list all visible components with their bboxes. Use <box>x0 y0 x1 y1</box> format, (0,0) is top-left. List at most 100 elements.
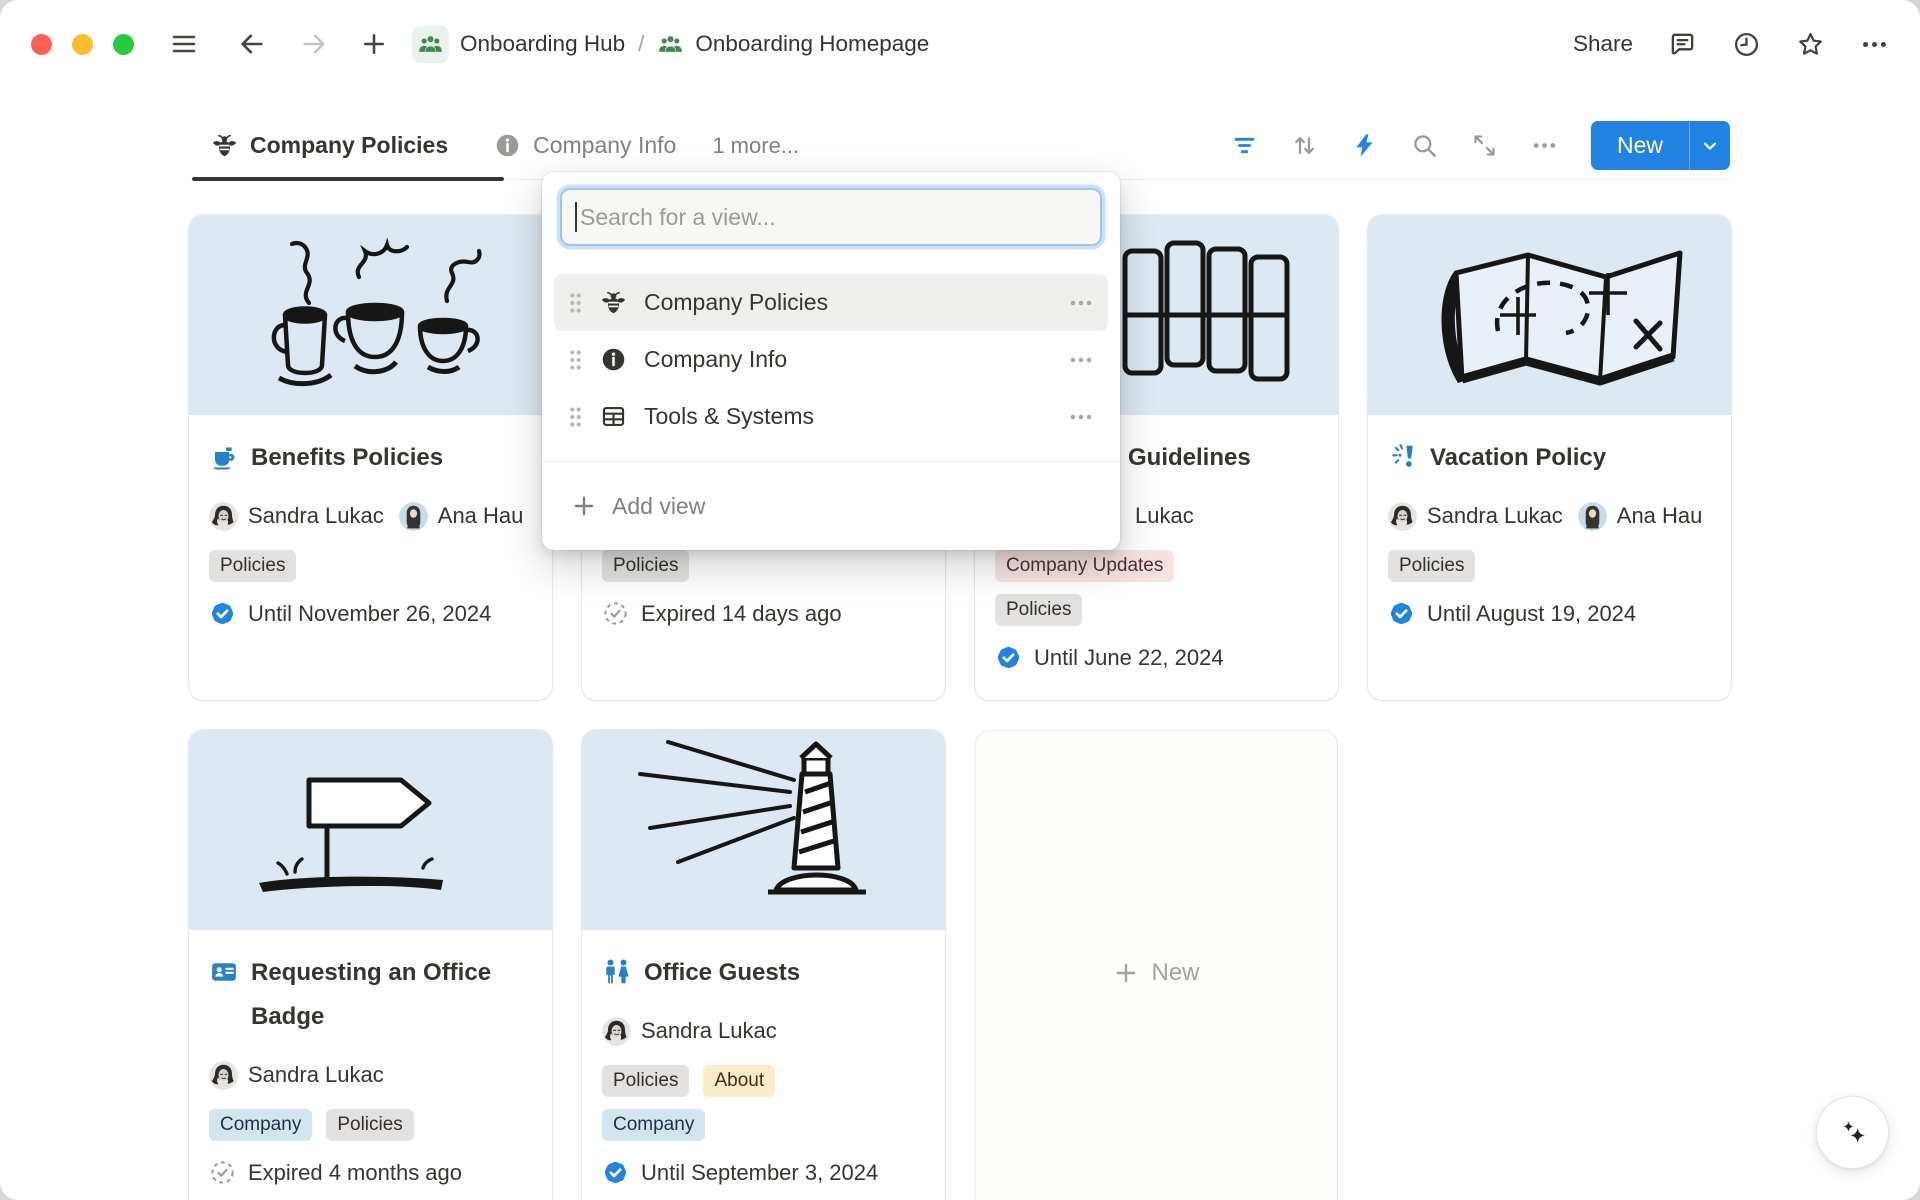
view-tabs: Company Policies Company Info 1 more... <box>190 112 799 179</box>
automations-icon[interactable] <box>1351 132 1378 159</box>
person-name: Ana Hau <box>438 503 524 529</box>
plus-icon <box>1113 960 1139 986</box>
card-tags: Policies <box>602 550 925 582</box>
gallery-card[interactable]: Vacation PolicySandra LukacAna HauPolici… <box>1368 215 1731 700</box>
close-window-button[interactable] <box>31 34 52 55</box>
card-body: Office GuestsSandra LukacPoliciesAboutCo… <box>582 951 945 1186</box>
card-people: Sandra Lukac <box>209 1057 532 1093</box>
tag-pill: Policies <box>326 1109 413 1141</box>
avatar <box>209 502 238 531</box>
forward-button <box>300 30 328 58</box>
view-options-icon[interactable] <box>1531 132 1558 159</box>
share-button[interactable]: Share <box>1573 31 1633 57</box>
ai-sparkle-button[interactable] <box>1816 1096 1889 1169</box>
comments-icon[interactable] <box>1668 30 1697 59</box>
drag-handle-icon[interactable] <box>568 348 583 372</box>
tag-pill: Policies <box>1388 550 1475 582</box>
tab-company-info[interactable]: Company Info <box>494 132 676 159</box>
card-title-row: Requesting an Office Badge <box>209 951 532 1039</box>
new-page-button[interactable] <box>360 30 388 58</box>
breadcrumb-item-hub[interactable]: Onboarding Hub <box>460 31 625 57</box>
new-card-placeholder[interactable]: New <box>975 730 1338 1200</box>
view-item-options-icon[interactable] <box>1068 290 1094 316</box>
person-name: Lukac <box>1135 503 1194 529</box>
status-text: Expired 14 days ago <box>641 601 842 627</box>
view-search-placeholder: Search for a view... <box>580 204 776 231</box>
titlebar-actions: Share <box>1573 30 1889 59</box>
search-icon[interactable] <box>1411 132 1438 159</box>
status-text: Until June 22, 2024 <box>1034 645 1224 671</box>
table-icon <box>600 403 627 430</box>
avatar <box>602 1017 631 1046</box>
more-options-icon[interactable] <box>1860 30 1889 59</box>
drag-handle-icon[interactable] <box>568 291 583 315</box>
view-selector-dropdown: Search for a view... Company PoliciesCom… <box>542 172 1120 550</box>
card-status: Until November 26, 2024 <box>209 600 532 627</box>
card-title-row: Vacation Policy <box>1388 436 1711 480</box>
zoom-window-button[interactable] <box>113 34 134 55</box>
new-button[interactable]: New <box>1591 121 1730 170</box>
add-view-button[interactable]: Add view <box>542 462 1120 550</box>
gallery-card[interactable]: Office GuestsSandra LukacPoliciesAboutCo… <box>582 730 945 1200</box>
sort-icon[interactable] <box>1291 132 1318 159</box>
view-menu-item[interactable]: Tools & Systems <box>554 388 1108 445</box>
tag-pill: About <box>703 1065 775 1097</box>
new-button-label[interactable]: New <box>1591 121 1689 170</box>
verified-badge-icon <box>995 644 1022 671</box>
avatar <box>209 1061 238 1090</box>
breadcrumb: Onboarding Hub / Onboarding Homepage <box>412 26 929 63</box>
plus-icon <box>571 493 597 519</box>
tag-pill: Policies <box>995 594 1082 626</box>
more-views-button[interactable]: 1 more... <box>712 133 799 159</box>
card-status: Expired 14 days ago <box>602 600 925 627</box>
person-name: Sandra Lukac <box>641 1018 777 1044</box>
view-item-options-icon[interactable] <box>1068 404 1094 430</box>
bee-icon <box>600 289 627 316</box>
people-icon <box>657 31 684 58</box>
sidebar-menu-icon[interactable] <box>170 30 198 58</box>
card-title: Office Guests <box>644 951 800 995</box>
back-button[interactable] <box>238 30 266 58</box>
card-title-row: Office Guests <box>602 951 925 995</box>
view-search-input[interactable]: Search for a view... <box>560 188 1102 246</box>
status-text: Until November 26, 2024 <box>248 601 491 627</box>
expand-icon[interactable] <box>1471 132 1498 159</box>
office-guests-icon <box>602 957 632 987</box>
status-text: Expired 4 months ago <box>248 1160 462 1186</box>
tag-pill: Policies <box>209 550 296 582</box>
breadcrumb-item-homepage[interactable]: Onboarding Homepage <box>695 31 929 57</box>
avatar <box>399 502 428 531</box>
avatar <box>1388 502 1417 531</box>
tab-label: Company Policies <box>250 132 448 159</box>
app-window: Onboarding Hub / Onboarding Homepage Sha… <box>0 0 1920 1200</box>
minimize-window-button[interactable] <box>72 34 93 55</box>
gallery-card[interactable]: Requesting an Office BadgeSandra LukacCo… <box>189 730 552 1200</box>
card-tags: Company Updates <box>995 550 1318 582</box>
card-tags: Policies <box>209 550 532 582</box>
view-menu-item[interactable]: Company Info <box>554 331 1108 388</box>
verified-badge-icon <box>1388 600 1415 627</box>
id-badge-icon <box>209 957 239 987</box>
view-menu-item-label: Tools & Systems <box>644 403 1068 430</box>
card-title: Vacation Policy <box>1430 436 1606 480</box>
info-icon <box>600 346 627 373</box>
view-menu-item[interactable]: Company Policies <box>554 274 1108 331</box>
tab-company-policies[interactable]: Company Policies <box>211 132 448 159</box>
favorite-star-icon[interactable] <box>1796 30 1825 59</box>
lighthouse-illustration <box>582 730 945 930</box>
drag-handle-icon[interactable] <box>568 405 583 429</box>
status-text: Until September 3, 2024 <box>641 1160 878 1186</box>
card-status: Expired 4 months ago <box>209 1159 532 1186</box>
gallery-card[interactable]: Benefits PoliciesSandra LukacAna HauPoli… <box>189 215 552 700</box>
card-title: Requesting an Office Badge <box>251 951 532 1039</box>
history-icon[interactable] <box>1732 30 1761 59</box>
bee-icon <box>211 132 238 159</box>
new-button-dropdown[interactable] <box>1690 121 1730 170</box>
onboarding-hub-page-tile[interactable] <box>412 26 449 63</box>
traffic-lights <box>31 34 134 55</box>
card-people: Sandra Lukac <box>602 1013 925 1049</box>
person-name: Ana Hau <box>1617 503 1703 529</box>
view-item-options-icon[interactable] <box>1068 347 1094 373</box>
filter-icon[interactable] <box>1231 132 1258 159</box>
verified-badge-icon <box>209 600 236 627</box>
